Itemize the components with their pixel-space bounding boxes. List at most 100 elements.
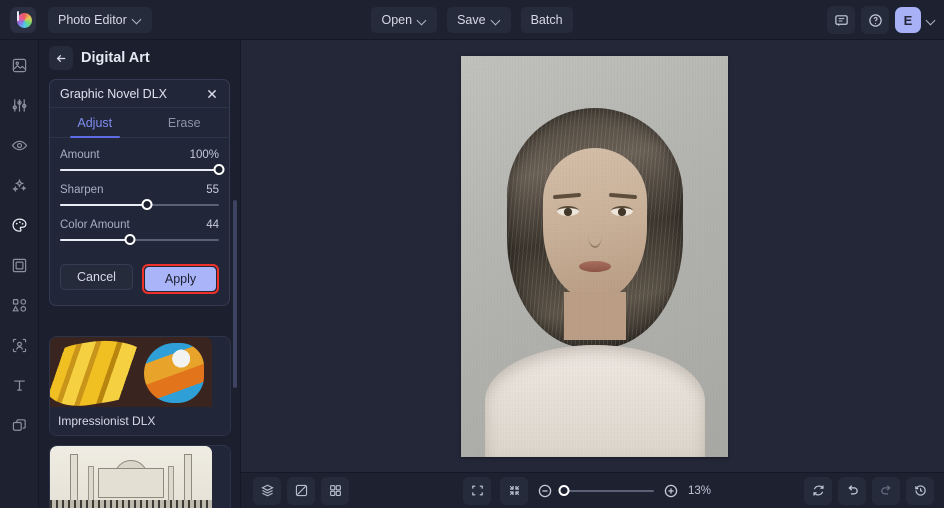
top-bar: Photo Editor Open Save Batch E bbox=[0, 0, 944, 40]
arrow-left-icon bbox=[56, 54, 65, 62]
left-tool-rail bbox=[0, 40, 39, 508]
app-logo-icon bbox=[10, 6, 36, 33]
rail-item-cutout[interactable] bbox=[6, 332, 32, 358]
rail-item-effects[interactable] bbox=[6, 172, 32, 198]
list-item[interactable]: Ink Wash DLX bbox=[49, 445, 231, 508]
card-actions: Cancel Apply bbox=[50, 264, 229, 305]
panel-scrollbar[interactable] bbox=[233, 200, 237, 388]
rail-item-frames[interactable] bbox=[6, 252, 32, 278]
bottom-bar: 13% bbox=[241, 472, 944, 508]
feedback-button[interactable] bbox=[827, 6, 855, 34]
panel-header: Digital Art bbox=[39, 40, 240, 76]
grid-view-button[interactable] bbox=[321, 476, 349, 505]
chevron-down-icon bbox=[133, 15, 142, 24]
cancel-button[interactable]: Cancel bbox=[60, 264, 133, 290]
bottom-right-tools bbox=[804, 476, 934, 505]
sparkles-effects-icon bbox=[11, 178, 26, 192]
chevron-down-icon bbox=[418, 16, 427, 25]
rail-item-digital-art[interactable] bbox=[6, 212, 32, 238]
list-item[interactable]: Impressionist DLX bbox=[49, 336, 231, 436]
apply-button-highlight: Apply bbox=[142, 264, 219, 294]
bottom-left-tools bbox=[253, 476, 349, 505]
adjust-sliders-icon bbox=[12, 98, 26, 112]
grid-view-icon bbox=[329, 485, 341, 496]
help-button[interactable] bbox=[861, 6, 889, 34]
fit-to-screen-icon bbox=[471, 485, 483, 496]
slider-group: Amount 100% Sharpen 55 Color Amount 44 bbox=[50, 138, 229, 264]
effect-card-header: Graphic Novel DLX bbox=[50, 80, 229, 108]
fit-to-screen-button[interactable] bbox=[463, 476, 491, 505]
preset-label: Impressionist DLX bbox=[58, 414, 156, 428]
rail-item-shapes[interactable] bbox=[6, 292, 32, 318]
slider-amount: Amount 100% bbox=[60, 149, 225, 175]
panel-back-button[interactable] bbox=[49, 46, 73, 70]
save-label: Save bbox=[457, 13, 486, 27]
chevron-down-icon bbox=[492, 16, 501, 25]
tab-erase[interactable]: Erase bbox=[140, 108, 230, 137]
avatar[interactable]: E bbox=[895, 7, 921, 33]
zoom-level-label: 13% bbox=[688, 484, 712, 497]
photo-editor-menu-button[interactable]: Photo Editor bbox=[48, 6, 152, 33]
batch-button[interactable]: Batch bbox=[520, 7, 573, 33]
rail-item-image[interactable] bbox=[6, 52, 32, 78]
effect-name: Graphic Novel DLX bbox=[60, 86, 167, 101]
reset-rotate-icon bbox=[812, 485, 824, 496]
palette-digital-art-icon bbox=[11, 217, 27, 232]
rail-item-text[interactable] bbox=[6, 372, 32, 398]
slider-sharpen-track[interactable] bbox=[60, 199, 219, 210]
slider-amount-label: Amount bbox=[60, 149, 100, 161]
history-icon bbox=[914, 485, 926, 496]
slider-color-amount-track[interactable] bbox=[60, 234, 219, 245]
slider-amount-track[interactable] bbox=[60, 164, 225, 175]
preset-thumbnail-ink-wash bbox=[50, 446, 212, 508]
account-chevron-down-icon[interactable] bbox=[927, 16, 936, 25]
compare-before-after-icon bbox=[295, 484, 307, 497]
zoom-slider[interactable] bbox=[558, 484, 654, 496]
save-button[interactable]: Save bbox=[447, 7, 511, 33]
redo-icon bbox=[880, 485, 891, 495]
rail-item-layers[interactable] bbox=[6, 412, 32, 438]
slider-color-amount-label: Color Amount bbox=[60, 219, 130, 231]
redo-button[interactable] bbox=[872, 476, 900, 505]
open-button[interactable]: Open bbox=[371, 7, 438, 33]
batch-label: Batch bbox=[530, 13, 563, 27]
collapse-view-icon bbox=[509, 485, 519, 496]
zoom-out-button[interactable] bbox=[537, 483, 553, 499]
preset-list[interactable]: Impressionist DLX Ink Wash DLX bbox=[39, 336, 240, 508]
help-circle-icon bbox=[868, 13, 882, 27]
zoom-in-button[interactable] bbox=[663, 483, 679, 499]
canvas-area[interactable] bbox=[241, 40, 944, 472]
effect-settings-card: Graphic Novel DLX Adjust Erase Amount 10… bbox=[49, 79, 230, 306]
photo-editor-menu-label: Photo Editor bbox=[58, 12, 127, 27]
eye-retouch-icon bbox=[11, 140, 27, 150]
slider-sharpen-label: Sharpen bbox=[60, 184, 104, 196]
layers-icon bbox=[12, 418, 26, 431]
edited-photo-portrait[interactable] bbox=[461, 56, 728, 457]
frame-border-icon bbox=[12, 258, 26, 272]
history-button[interactable] bbox=[906, 476, 934, 505]
shapes-icon bbox=[11, 298, 26, 312]
slider-color-amount-value: 44 bbox=[206, 219, 219, 231]
compare-button[interactable] bbox=[287, 476, 315, 505]
open-label: Open bbox=[381, 13, 413, 27]
cutout-portrait-icon bbox=[12, 338, 26, 352]
undo-button[interactable] bbox=[838, 476, 866, 505]
tab-adjust[interactable]: Adjust bbox=[50, 108, 140, 138]
page-title: Digital Art bbox=[81, 50, 150, 66]
undo-icon bbox=[847, 485, 858, 495]
layers-stack-icon bbox=[260, 484, 274, 497]
rail-item-adjust[interactable] bbox=[6, 92, 32, 118]
collapse-view-button[interactable] bbox=[500, 476, 528, 505]
slider-sharpen-value: 55 bbox=[206, 184, 219, 196]
rail-item-retouch[interactable] bbox=[6, 132, 32, 158]
image-icon bbox=[12, 58, 26, 72]
reset-button[interactable] bbox=[804, 476, 832, 505]
effect-tabs: Adjust Erase bbox=[50, 108, 229, 138]
preset-thumbnail-impressionist bbox=[50, 337, 212, 407]
photo-editor-app: Photo Editor Open Save Batch E Digital A… bbox=[0, 0, 944, 508]
slider-sharpen: Sharpen 55 bbox=[60, 184, 219, 210]
slider-amount-value: 100% bbox=[189, 149, 219, 161]
close-icon[interactable] bbox=[205, 87, 219, 101]
apply-button[interactable]: Apply bbox=[145, 267, 216, 291]
layers-panel-button[interactable] bbox=[253, 476, 281, 505]
